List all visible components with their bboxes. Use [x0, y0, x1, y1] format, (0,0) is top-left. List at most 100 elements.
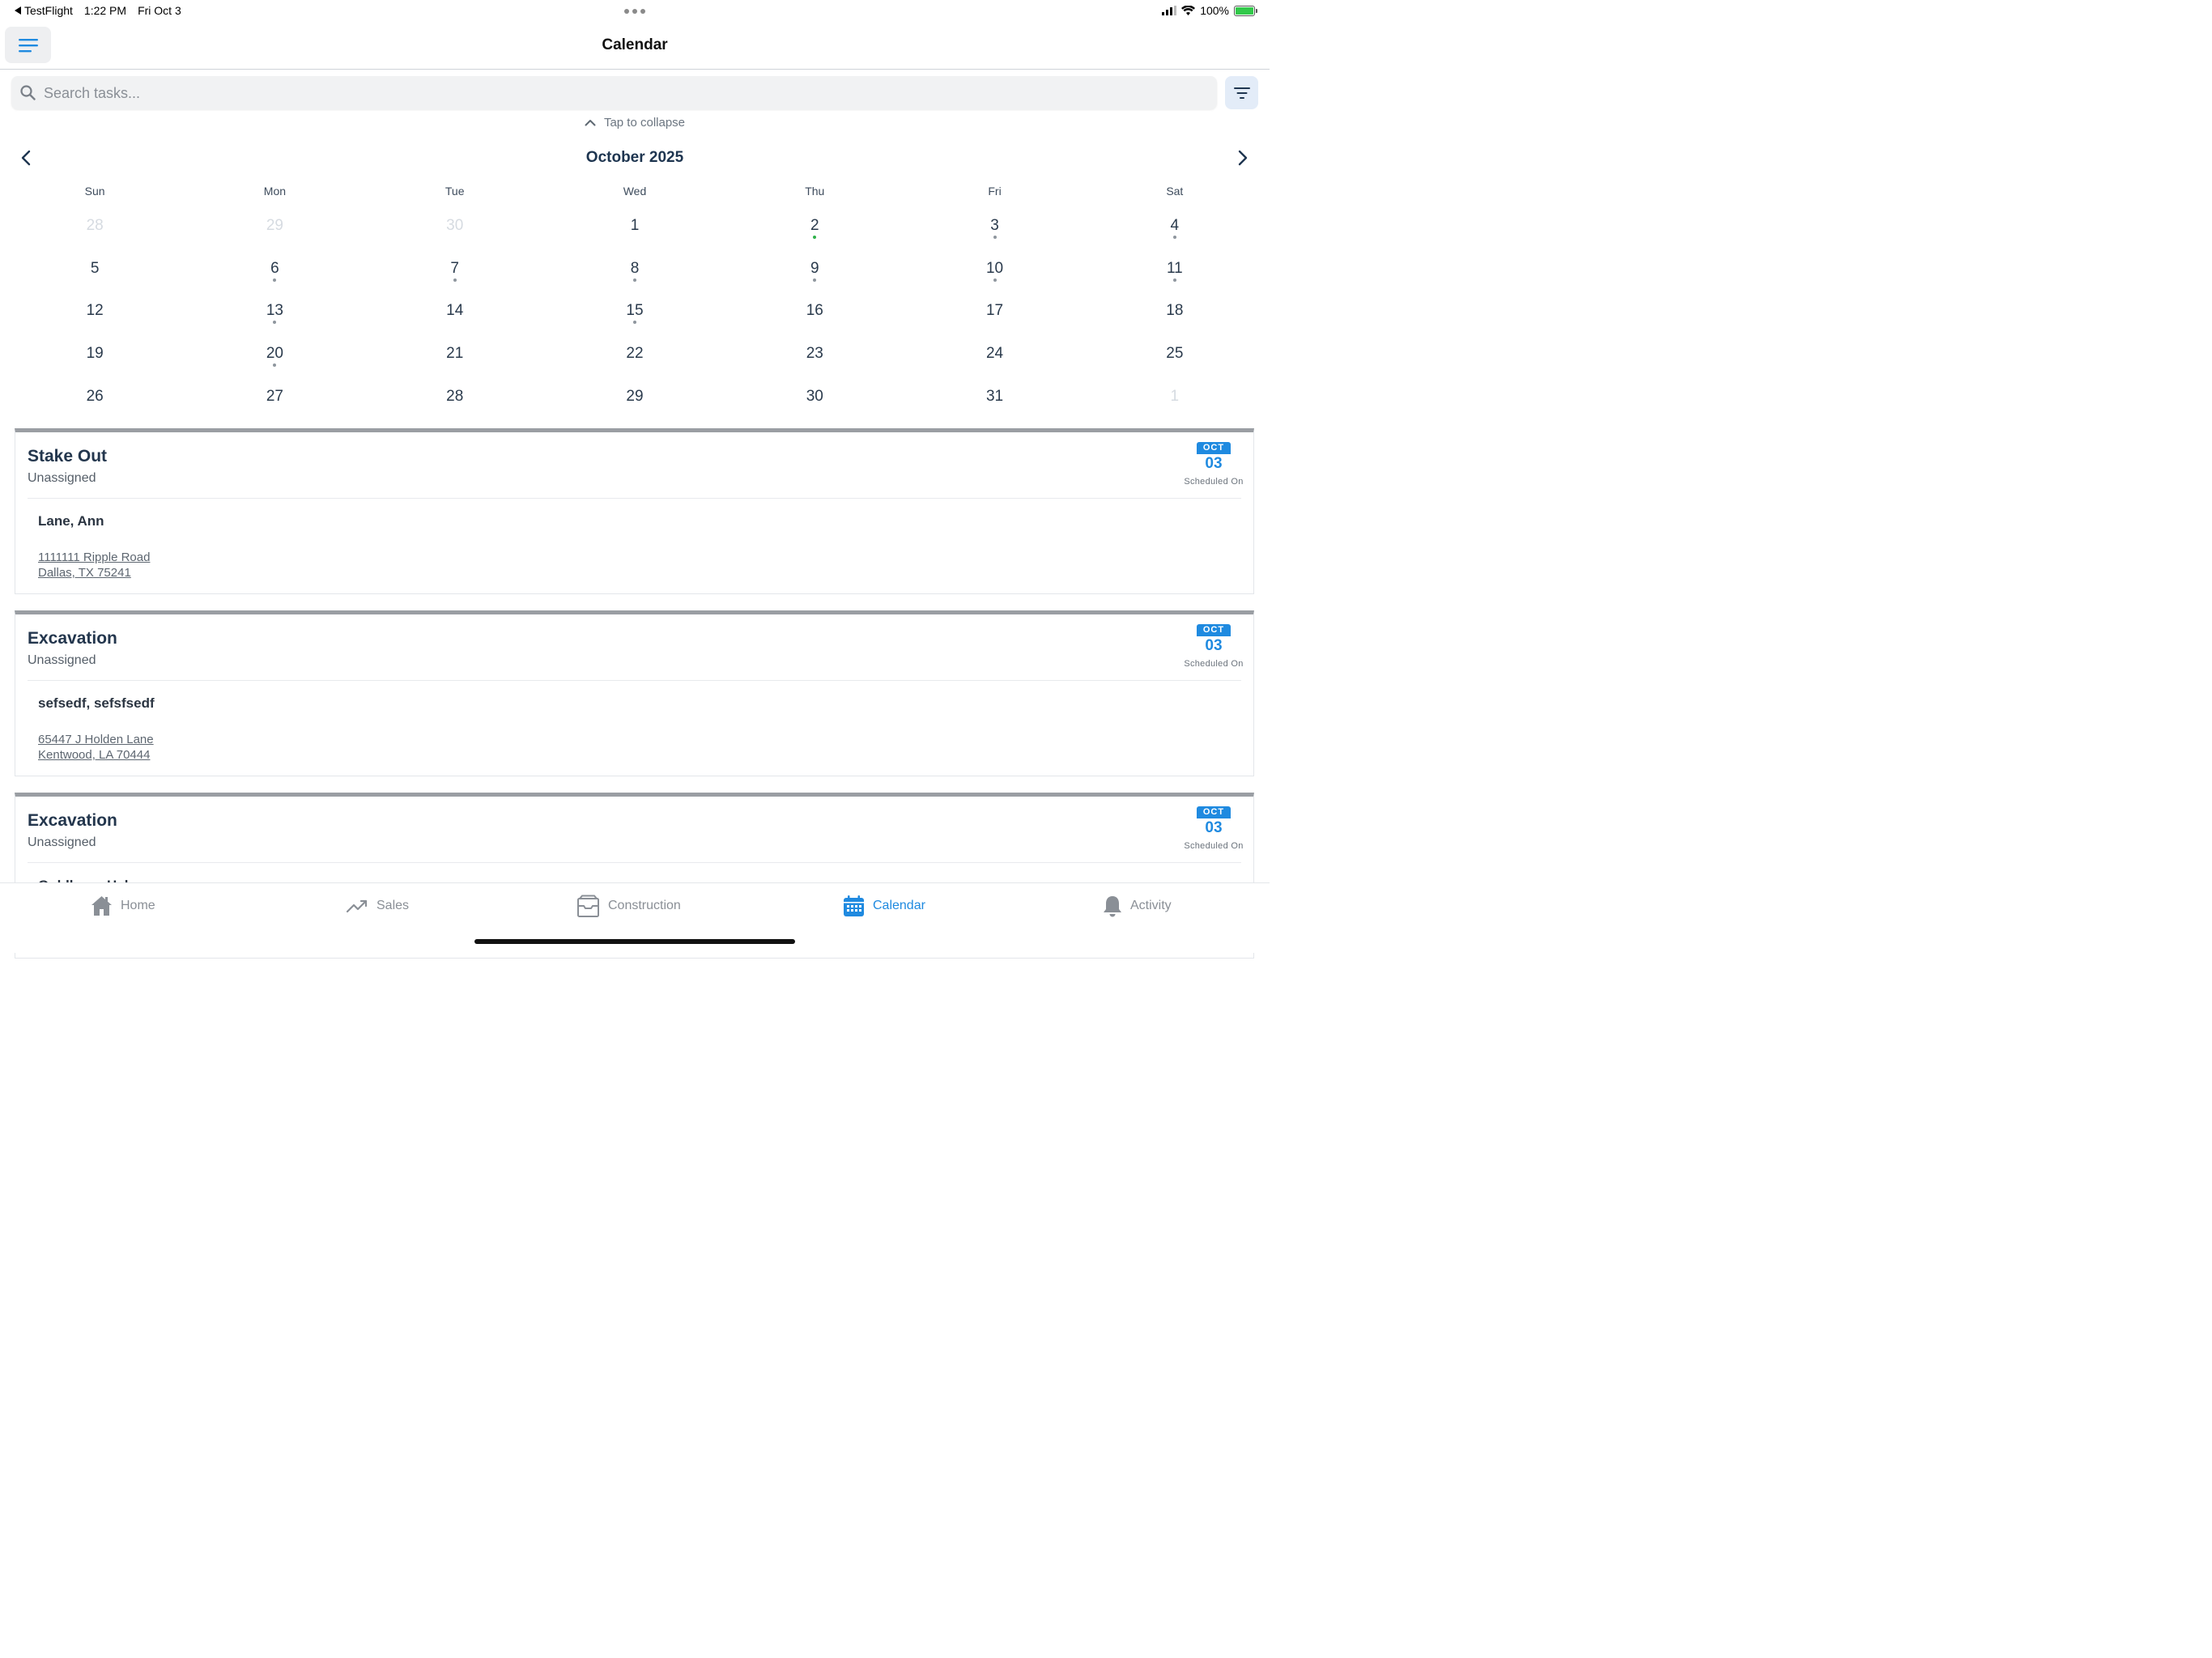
nav-bar: Calendar — [0, 23, 1270, 70]
event-indicator-dot — [273, 321, 277, 325]
calendar-day-cell[interactable]: 15 — [545, 294, 725, 337]
calendar-day-cell[interactable]: 23 — [725, 337, 904, 380]
tab-calendar[interactable]: Calendar — [843, 894, 925, 918]
calendar-day-number: 1 — [1170, 387, 1180, 405]
calendar-day-number: 23 — [806, 345, 823, 363]
calendar-day-number: 17 — [985, 302, 1004, 320]
event-indicator-dot — [273, 363, 277, 368]
calendar-day-cell[interactable]: 28 — [365, 380, 545, 423]
status-date: Fri Oct 3 — [138, 4, 181, 17]
calendar-day-number: 18 — [1166, 302, 1184, 320]
task-assignee: Unassigned — [28, 835, 96, 849]
calendar-day-number: 28 — [86, 217, 104, 234]
calendar-day-cell[interactable]: 5 — [5, 252, 185, 295]
tab-sales[interactable]: Sales — [347, 894, 409, 918]
task-card[interactable]: Stake Out Unassigned OCT 03 Scheduled On… — [15, 428, 1254, 594]
search-bar — [11, 76, 1217, 111]
date-badge: OCT 03 Scheduled On — [1182, 804, 1245, 851]
event-indicator-dot — [1172, 278, 1176, 282]
chevron-up-icon — [585, 120, 596, 126]
calendar-day-cell[interactable]: 21 — [365, 337, 545, 380]
status-bar: TestFlight 1:22 PM Fri Oct 3 100% — [0, 0, 1270, 23]
calendar-day-cell[interactable]: 3 — [904, 209, 1084, 252]
calendar-day-cell[interactable]: 31 — [904, 380, 1084, 423]
calendar-day-cell[interactable]: 16 — [725, 294, 904, 337]
calendar-day-cell[interactable]: 30 — [725, 380, 904, 423]
next-month-button[interactable] — [1235, 150, 1249, 170]
calendar-day-cell[interactable]: 29 — [185, 209, 364, 252]
calendar-day-cell[interactable]: 19 — [5, 337, 185, 380]
calendar-day-number: 20 — [266, 345, 283, 363]
calendar-day-cell[interactable]: 9 — [725, 252, 904, 295]
calendar-day-cell[interactable]: 10 — [904, 252, 1084, 295]
calendar-day-cell[interactable]: 26 — [5, 380, 185, 423]
calendar-day-number: 26 — [86, 387, 104, 405]
card-divider — [28, 862, 1241, 863]
calendar-day-cell[interactable]: 28 — [5, 209, 185, 252]
calendar-day-number: 25 — [1166, 345, 1184, 363]
task-assignee: Unassigned — [28, 471, 96, 485]
status-bar-right: 100% — [1162, 4, 1257, 17]
calendar-day-cell[interactable]: 8 — [545, 252, 725, 295]
event-indicator-dot — [453, 278, 457, 282]
month-title: October 2025 — [585, 149, 684, 166]
back-to-app-button[interactable]: TestFlight — [15, 4, 73, 17]
calendar-day-cell[interactable]: 2 — [725, 209, 904, 252]
calendar-day-cell[interactable]: 27 — [185, 380, 364, 423]
calendar-day-cell[interactable]: 25 — [1085, 337, 1265, 380]
calendar-day-cell[interactable]: 4 — [1085, 209, 1265, 252]
calendar-icon — [844, 895, 864, 916]
address-link-line1[interactable]: 1111111 Ripple Road — [38, 551, 150, 564]
cellular-signal-icon — [1162, 6, 1177, 15]
address-link-line2[interactable]: Dallas, TX 75241 — [38, 566, 131, 580]
calendar-day-cell[interactable]: 20 — [185, 337, 364, 380]
event-indicator-dot — [632, 321, 636, 325]
calendar-day-cell[interactable]: 17 — [904, 294, 1084, 337]
calendar-day-number: 6 — [270, 259, 279, 277]
date-badge-month: OCT — [1197, 442, 1231, 454]
home-indicator[interactable] — [474, 939, 795, 944]
calendar-day-cell[interactable]: 29 — [545, 380, 725, 423]
calendar-week-row: 12 13 14 15 16 17 18 — [5, 294, 1265, 337]
calendar-day-cell[interactable]: 22 — [545, 337, 725, 380]
bell-icon — [1104, 895, 1121, 916]
calendar-day-cell[interactable]: 11 — [1085, 252, 1265, 295]
calendar-grid: 28 29 30 1 2 3 4 5 6 7 8 9 10 11 12 13 14 15 16 17 18 19 20 21 2… — [5, 209, 1265, 422]
task-card[interactable]: Excavation Unassigned OCT 03 Scheduled O… — [15, 610, 1254, 776]
multitasking-dots-icon[interactable] — [624, 9, 645, 14]
weekday-label: Fri — [988, 185, 1002, 198]
calendar-day-cell[interactable]: 24 — [904, 337, 1084, 380]
address-link-line1[interactable]: 65447 J Holden Lane — [38, 733, 154, 746]
battery-percent: 100% — [1200, 4, 1229, 17]
tab-construction[interactable]: Construction — [576, 894, 681, 918]
event-indicator-dot — [813, 236, 817, 239]
search-input[interactable] — [42, 76, 1179, 111]
address-link-line2[interactable]: Kentwood, LA 70444 — [38, 748, 150, 762]
date-badge-month: OCT — [1197, 806, 1231, 818]
calendar-day-cell[interactable]: 7 — [365, 252, 545, 295]
tab-home[interactable]: Home — [91, 894, 155, 918]
calendar-day-number: 15 — [626, 302, 644, 320]
calendar-day-number: 16 — [806, 302, 823, 320]
calendar-day-cell[interactable]: 30 — [365, 209, 545, 252]
calendar-day-number: 29 — [626, 387, 644, 405]
calendar-day-cell[interactable]: 1 — [1085, 380, 1265, 423]
event-indicator-dot — [813, 278, 817, 282]
calendar-day-cell[interactable]: 6 — [185, 252, 364, 295]
weekday-label: Thu — [805, 185, 825, 198]
filter-button[interactable] — [1225, 76, 1258, 109]
calendar-day-number: 5 — [90, 259, 100, 277]
calendar-day-number: 24 — [985, 345, 1004, 363]
calendar-day-cell[interactable]: 18 — [1085, 294, 1265, 337]
calendar-day-number: 7 — [450, 259, 459, 277]
calendar-day-cell[interactable]: 13 — [185, 294, 364, 337]
calendar-day-number: 14 — [446, 302, 464, 320]
calendar-day-cell[interactable]: 1 — [545, 209, 725, 252]
collapse-toggle[interactable]: Tap to collapse — [0, 116, 1270, 130]
calendar-day-cell[interactable]: 12 — [5, 294, 185, 337]
calendar-day-number: 31 — [985, 387, 1004, 405]
weekday-label: Wed — [623, 185, 647, 198]
calendar-day-cell[interactable]: 14 — [365, 294, 545, 337]
client-name: sefsedf, sefsfsedf — [38, 695, 155, 711]
tab-activity[interactable]: Activity — [1103, 894, 1172, 918]
